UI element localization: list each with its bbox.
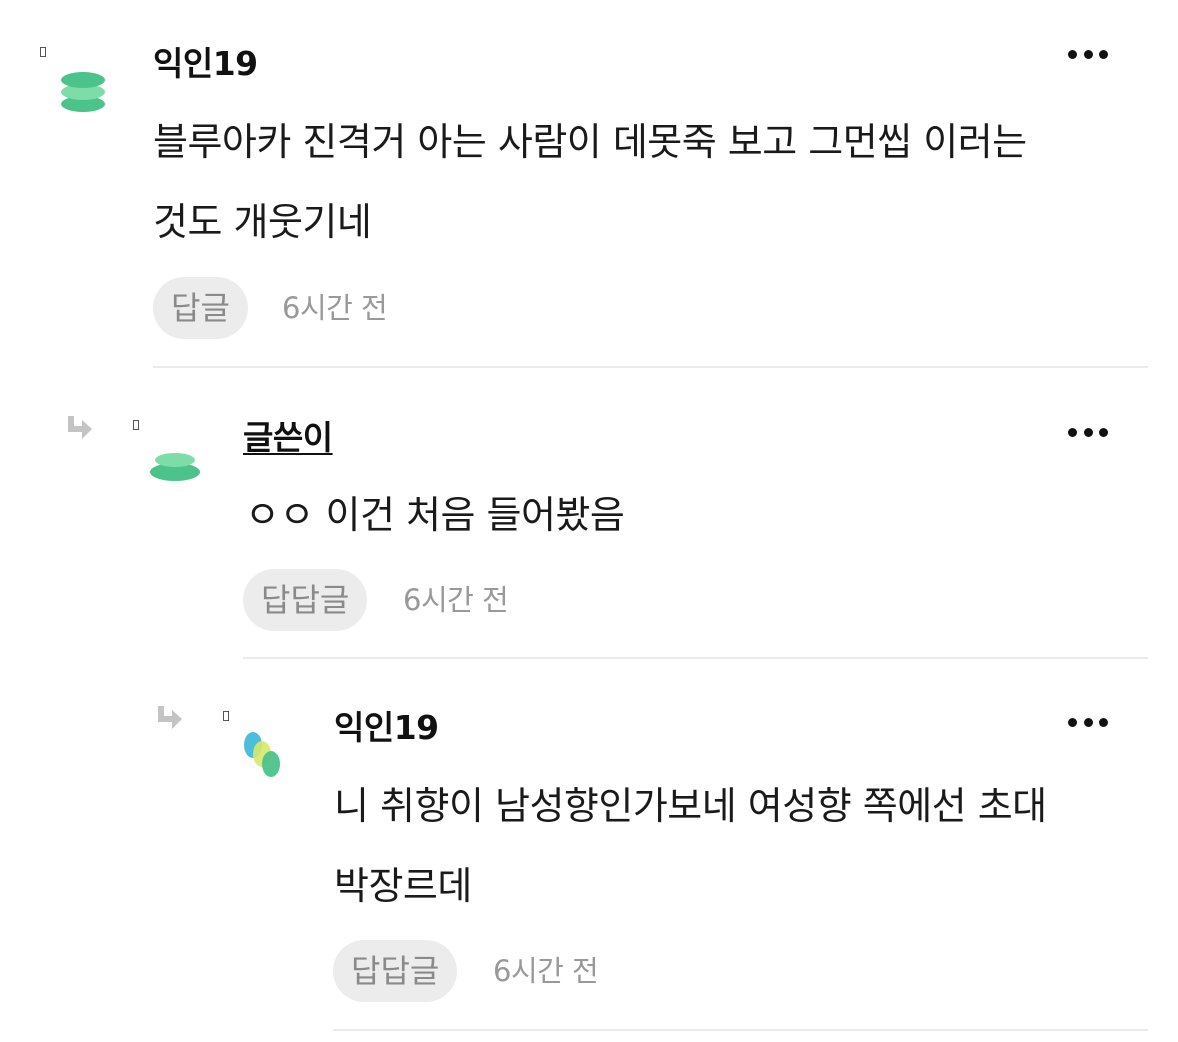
broken-image-icon bbox=[40, 47, 46, 57]
comment-time: 6시간 전 bbox=[403, 583, 509, 617]
reply-button[interactable]: 답답글 bbox=[333, 940, 458, 1002]
more-dots-icon bbox=[1068, 717, 1077, 727]
avatar bbox=[244, 732, 280, 777]
comment-author[interactable]: 익인19 bbox=[153, 44, 258, 84]
comment-text-line: 것도 개웃기네 bbox=[153, 200, 372, 244]
reply-button[interactable]: 답답글 bbox=[243, 569, 368, 631]
more-options-button[interactable] bbox=[1068, 716, 1108, 728]
more-options-button[interactable] bbox=[1068, 426, 1108, 438]
comment-text-line: 박장르데 bbox=[334, 864, 472, 908]
comment-text-line: ㅇㅇ 이건 처음 들어봤음 bbox=[245, 493, 625, 537]
reply-arrow-icon bbox=[68, 416, 92, 439]
comment-divider bbox=[243, 657, 1148, 659]
comment-divider bbox=[333, 1029, 1148, 1031]
avatar bbox=[150, 453, 200, 481]
more-dots-icon bbox=[1068, 49, 1077, 59]
broken-image-icon bbox=[133, 420, 139, 430]
broken-image-icon bbox=[223, 711, 229, 721]
comment-text-line: 니 취향이 남성향인가보네 여성향 쪽에선 초대 bbox=[334, 784, 1047, 828]
comment-divider bbox=[153, 366, 1148, 368]
comment-author[interactable]: 글쓴이 bbox=[243, 418, 333, 458]
more-options-button[interactable] bbox=[1068, 48, 1108, 60]
avatar bbox=[61, 72, 105, 112]
more-dots-icon bbox=[1068, 427, 1077, 437]
comment-text-line: 블루아카 진격거 아는 사람이 데못죽 보고 그먼씹 이러는 bbox=[153, 120, 1027, 164]
reply-arrow-icon bbox=[158, 706, 182, 729]
reply-button[interactable]: 답글 bbox=[153, 277, 248, 339]
comment-time: 6시간 전 bbox=[282, 291, 388, 325]
comment-time: 6시간 전 bbox=[493, 954, 599, 988]
comment-author[interactable]: 익인19 bbox=[334, 708, 439, 748]
